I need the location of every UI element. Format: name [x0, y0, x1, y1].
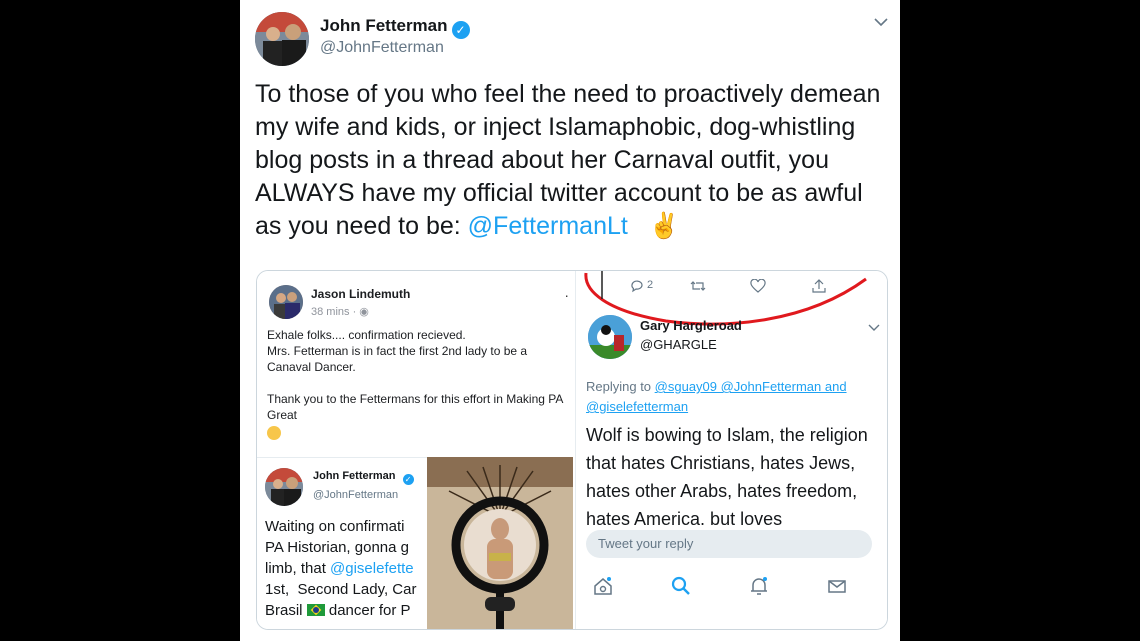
retweet-icon [690, 279, 706, 296]
avatar [588, 315, 632, 359]
reply-author-name: Gary Hargleroad [640, 318, 742, 333]
like-icon [750, 278, 766, 296]
grimace-emoji-icon [267, 426, 281, 440]
more-dot-icon: · [564, 287, 569, 303]
mention-link[interactable]: @FettermanLt [468, 212, 628, 240]
embedded-image[interactable]: Jason Lindemuth 38 mins · ◉ · Exhale fol… [256, 270, 888, 630]
inner-line: Waiting on confirmati [265, 518, 405, 535]
fb-time-text: 38 mins · [311, 306, 360, 318]
reply-input: Tweet your reply [586, 530, 872, 558]
globe-icon: ◉ [359, 306, 369, 318]
carnaval-photo [427, 457, 573, 629]
share-icon [812, 279, 826, 296]
inner-author-name: John Fetterman ✓ [313, 470, 414, 485]
reply-count: 2 [647, 279, 654, 291]
avatar [265, 468, 303, 506]
inner-author-handle: @JohnFetterman [313, 489, 399, 501]
reply-body-text: Wolf is bowing to Islam, the religion th… [586, 425, 868, 525]
victory-hand-emoji: ✌️ [648, 212, 680, 240]
fb-line: Thank you to the Fettermans for this eff… [267, 392, 563, 422]
inner-line: PA Historian, gonna g [265, 539, 409, 556]
inner-author-name-text: John Fetterman [313, 470, 396, 482]
inner-line: 1st, Second Lady, Car [265, 581, 417, 598]
inner-line: limb, that @giselefette [265, 558, 427, 579]
tweet-text: To those of you who feel the need to pro… [255, 78, 885, 243]
bottom-tab-bar [576, 567, 887, 607]
author-name-text[interactable]: John Fetterman [320, 16, 448, 35]
inner-line-prefix: Brasil [265, 602, 307, 619]
chevron-down-icon[interactable] [874, 14, 888, 30]
inner-line-prefix: limb, that [265, 560, 331, 577]
avatar [269, 285, 303, 319]
fb-line: Exhale folks.... confirmation recieved. [267, 328, 466, 342]
notifications-bell-icon [748, 575, 772, 599]
verified-badge-icon: ✓ [451, 21, 470, 39]
inner-line: Brasil dancer for P [265, 600, 427, 621]
replying-to-prefix: Replying to [586, 379, 655, 394]
chevron-down-icon [868, 321, 880, 335]
fb-line: Mrs. Fetterman is in fact the first 2nd … [267, 344, 528, 374]
facebook-post: Jason Lindemuth 38 mins · ◉ · Exhale fol… [257, 271, 575, 456]
home-icon [592, 575, 616, 599]
reply-icon [630, 279, 644, 296]
replying-to: Replying to @sguay09 @JohnFetterman and … [586, 377, 886, 417]
author-handle[interactable]: @JohnFetterman [320, 39, 444, 57]
inner-mention: @giselefette [330, 560, 414, 577]
fb-author-name: Jason Lindemuth [311, 287, 411, 301]
tweet-actions: 2 [616, 278, 866, 301]
twitter-reply-screenshot: 2 Gary Hargleroad @GHARGLE Replying to @… [575, 271, 887, 629]
brazil-flag-icon [306, 604, 325, 616]
messages-envelope-icon [826, 575, 850, 599]
fb-post-body: Exhale folks.... confirmation recieved. … [267, 327, 572, 444]
verified-badge-icon: ✓ [402, 474, 414, 485]
inner-tweet-text: Waiting on confirmati PA Historian, gonna… [265, 516, 427, 621]
search-icon [670, 575, 694, 599]
author-name[interactable]: John Fetterman ✓ [320, 16, 470, 39]
avatar[interactable] [255, 12, 309, 66]
inner-tweet: John Fetterman ✓ @JohnFetterman Waiting … [257, 457, 427, 629]
tweet-card: John Fetterman ✓ @JohnFetterman To those … [240, 0, 900, 641]
inner-line-suffix: dancer for P [324, 602, 411, 619]
fb-timestamp: 38 mins · ◉ [311, 305, 369, 318]
reply-author-handle: @GHARGLE [640, 337, 717, 352]
